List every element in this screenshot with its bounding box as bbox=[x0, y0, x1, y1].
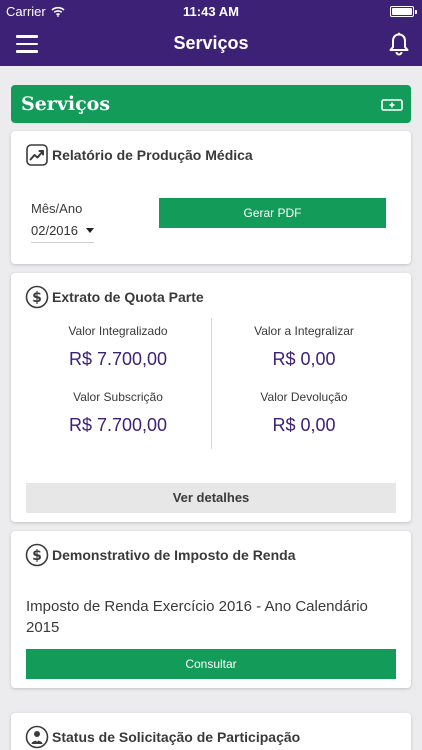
irpf-title: Demonstrativo de Imposto de Renda bbox=[52, 547, 296, 563]
month-year-value: 02/2016 bbox=[31, 223, 78, 238]
status-time: 11:43 AM bbox=[183, 4, 239, 19]
divider bbox=[211, 318, 212, 449]
dollar-circle-icon: $ bbox=[25, 285, 49, 309]
nav-bar: Serviços bbox=[0, 22, 422, 66]
chart-line-icon bbox=[26, 144, 48, 166]
caret-down-icon bbox=[86, 228, 94, 233]
relatorio-title: Relatório de Produção Médica bbox=[52, 147, 253, 163]
view-details-button[interactable]: Ver detalhes bbox=[26, 483, 396, 513]
quota-value: R$ 0,00 bbox=[272, 415, 336, 435]
month-year-label: Mês/Ano bbox=[31, 201, 83, 216]
add-icon[interactable] bbox=[381, 99, 403, 111]
status-card-header: Status de Solicitação de Participação bbox=[25, 725, 300, 749]
quota-label: Valor a Integralizar bbox=[254, 324, 354, 338]
irpf-description: Imposto de Renda Exercício 2016 - Ano Ca… bbox=[26, 598, 368, 636]
section-header: Serviços bbox=[11, 85, 411, 123]
quota-label: Valor Integralizado bbox=[68, 324, 168, 338]
svg-text:$: $ bbox=[32, 548, 42, 564]
generate-pdf-button[interactable]: Gerar PDF bbox=[159, 198, 386, 228]
relatorio-card-header: Relatório de Produção Médica bbox=[25, 143, 253, 167]
section-title: Serviços bbox=[21, 93, 111, 115]
irpf-card: $ Demonstrativo de Imposto de Renda Impo… bbox=[11, 531, 411, 688]
status-title: Status de Solicitação de Participação bbox=[52, 729, 301, 745]
irpf-card-header: $ Demonstrativo de Imposto de Renda bbox=[25, 543, 295, 567]
quota-title: Extrato de Quota Parte bbox=[52, 289, 204, 305]
consult-button[interactable]: Consultar bbox=[26, 649, 396, 679]
doctor-icon bbox=[25, 725, 49, 749]
quota-card-header: $ Extrato de Quota Parte bbox=[25, 285, 204, 309]
bell-icon[interactable] bbox=[388, 32, 410, 56]
relatorio-card: Relatório de Produção Médica Mês/Ano 02/… bbox=[11, 131, 411, 264]
quota-value: R$ 7.700,00 bbox=[68, 415, 168, 435]
quota-value: R$ 7.700,00 bbox=[68, 349, 168, 369]
quota-label: Valor Devolução bbox=[260, 390, 348, 404]
status-card: Status de Solicitação de Participação bbox=[11, 713, 411, 750]
quota-value: R$ 0,00 bbox=[272, 349, 336, 369]
page-title: Serviços bbox=[173, 33, 249, 53]
quota-label: Valor Subscrição bbox=[73, 390, 163, 404]
dollar-circle-icon: $ bbox=[25, 543, 49, 567]
status-bar: Carrier 11:43 AM bbox=[0, 0, 422, 22]
svg-text:$: $ bbox=[32, 290, 42, 306]
quota-card: $ Extrato de Quota Parte Valor Integrali… bbox=[11, 273, 411, 522]
month-year-select[interactable]: 02/2016 bbox=[31, 223, 94, 243]
battery-icon bbox=[390, 6, 417, 17]
